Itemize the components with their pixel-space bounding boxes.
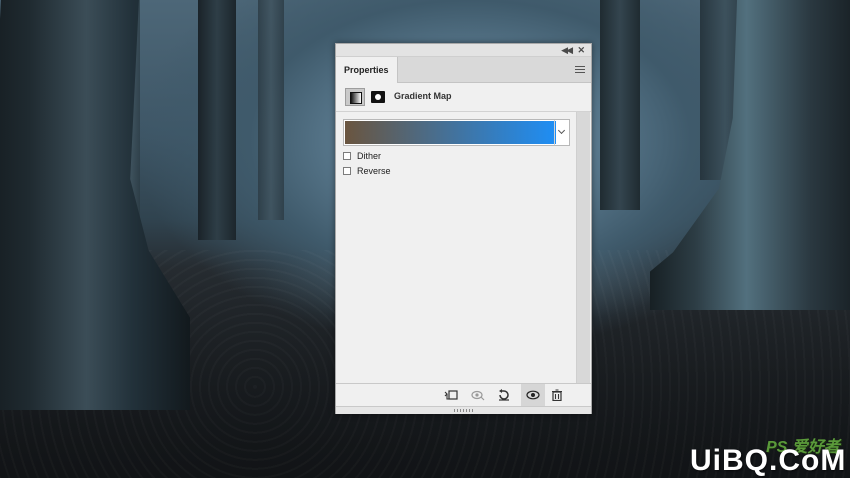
- foreground-tree-left: [0, 0, 190, 410]
- watermark-site-name: UiBQ.CoM: [690, 444, 847, 477]
- adjustment-header: Gradient Map: [336, 83, 591, 112]
- panel-menu-icon[interactable]: [575, 66, 585, 73]
- panel-resize-grip[interactable]: [336, 406, 591, 414]
- gradient-map-adjustment-icon[interactable]: [345, 88, 365, 106]
- dither-label: Dither: [357, 151, 382, 161]
- background-tree: [600, 0, 640, 210]
- gradient-dropdown-button[interactable]: [554, 120, 569, 145]
- trash-icon[interactable]: [548, 387, 566, 403]
- close-icon[interactable]: ✕: [577, 44, 585, 56]
- tab-properties[interactable]: Properties: [336, 57, 398, 83]
- panel-tab-row: Properties: [336, 57, 591, 83]
- collapse-icon[interactable]: ◀◀: [561, 44, 573, 56]
- view-previous-state-icon[interactable]: [469, 387, 487, 403]
- reverse-option[interactable]: Reverse: [343, 165, 391, 177]
- reset-icon[interactable]: [495, 387, 513, 403]
- panel-footer: [336, 383, 591, 406]
- dither-option[interactable]: Dither: [343, 150, 381, 162]
- reverse-label: Reverse: [357, 166, 391, 176]
- properties-panel: ◀◀ ✕ Properties Gradient Map Dither Reve…: [335, 43, 592, 414]
- panel-content: Dither Reverse: [336, 112, 576, 382]
- clip-to-layer-icon[interactable]: [442, 387, 460, 403]
- dither-checkbox[interactable]: [343, 152, 351, 160]
- gradient-picker[interactable]: [343, 119, 570, 146]
- foreground-tree-right: [650, 0, 850, 310]
- panel-scrollbar[interactable]: [576, 112, 590, 384]
- panel-titlebar: ◀◀ ✕: [336, 44, 591, 57]
- adjustment-title: Gradient Map: [394, 91, 452, 101]
- gradient-preview[interactable]: [345, 121, 556, 144]
- background-tree: [258, 0, 284, 220]
- chevron-down-icon: [557, 126, 566, 135]
- layer-mask-icon[interactable]: [369, 88, 389, 106]
- visibility-eye-icon[interactable]: [521, 384, 545, 406]
- background-tree: [198, 0, 236, 240]
- reverse-checkbox[interactable]: [343, 167, 351, 175]
